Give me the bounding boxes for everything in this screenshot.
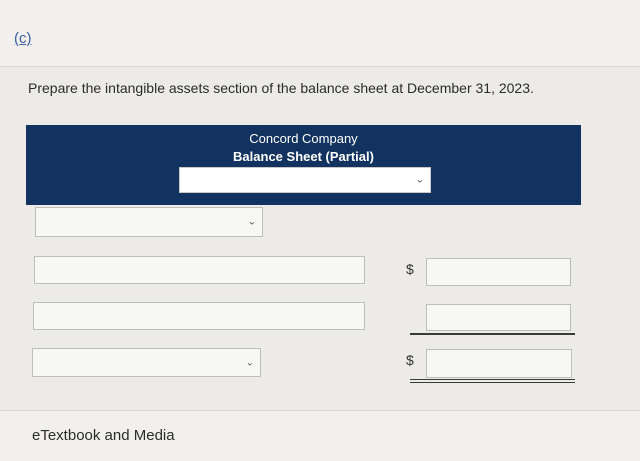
etextbook-section: eTextbook and Media [0,410,640,461]
company-name: Concord Company [249,131,358,146]
row-1-account-select[interactable]: ⌄ [35,207,263,237]
instructions-text: Prepare the intangible assets section of… [28,80,534,96]
row-3-account-input[interactable] [33,302,365,330]
etextbook-media-link[interactable]: eTextbook and Media [32,427,175,444]
total-double-underline [410,379,575,383]
row-4-amount-input[interactable] [426,349,572,378]
chevron-down-icon: ⌄ [247,216,256,228]
row-4-account-select[interactable]: ⌄ [32,348,261,377]
balance-sheet-header: Concord Company Balance Sheet (Partial) … [26,125,581,205]
row-4-dollar-sign: $ [406,352,414,368]
row-2-dollar-sign: $ [406,261,414,277]
row-2-account-input[interactable] [34,256,365,284]
chevron-down-icon: ⌄ [245,357,254,368]
part-c-link[interactable]: (c) [14,30,32,47]
chevron-down-icon: ⌄ [415,174,424,186]
row-2-amount-input[interactable] [426,258,571,286]
subtotal-underline [410,333,575,335]
row-3-amount-input[interactable] [426,304,571,331]
statement-title: Balance Sheet (Partial) [233,149,374,164]
part-header: (c) [0,0,640,67]
statement-date-select[interactable]: ⌄ [179,167,431,193]
